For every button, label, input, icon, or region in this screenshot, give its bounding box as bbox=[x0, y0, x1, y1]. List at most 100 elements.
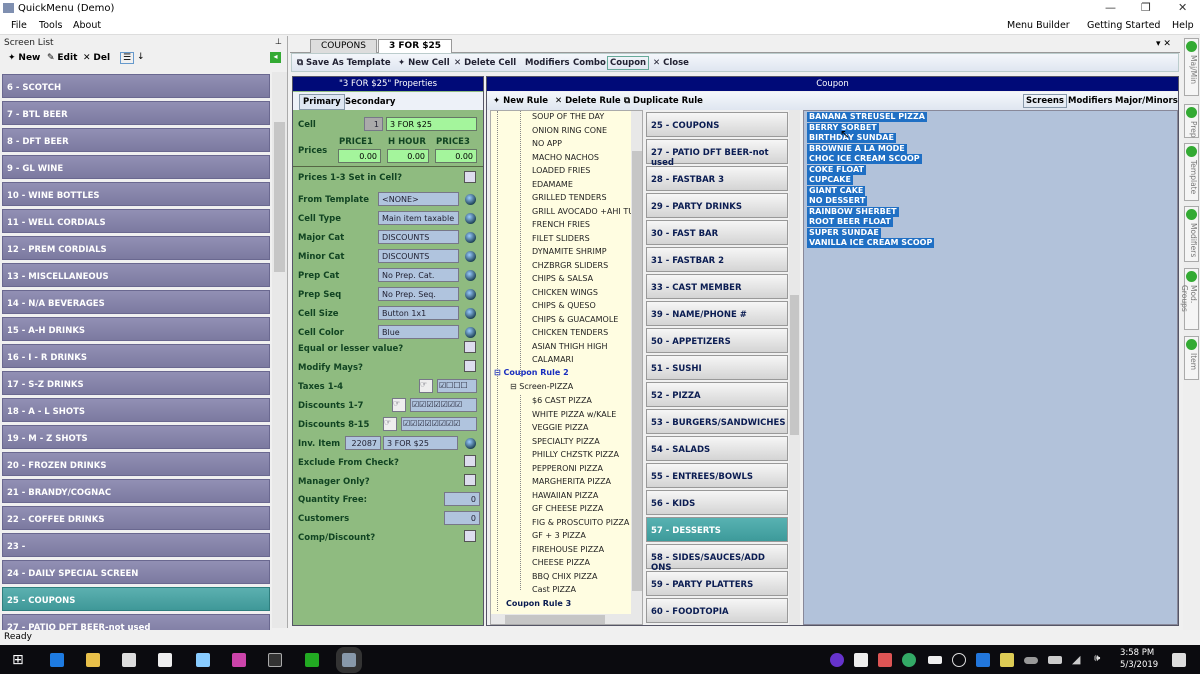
screen-button[interactable]: 50 - APPETIZERS bbox=[646, 328, 788, 353]
collapse-left-icon[interactable]: ◂ bbox=[270, 52, 281, 63]
discounts1-checkboxes[interactable]: ☑☑☑☑☑☑☑ bbox=[410, 398, 477, 412]
delete-screen-button[interactable]: ✕ Del bbox=[83, 53, 110, 63]
menu-tools[interactable]: Tools bbox=[39, 20, 62, 31]
edge-icon[interactable] bbox=[50, 653, 64, 667]
duplicate-rule-button[interactable]: ⧉ Duplicate Rule bbox=[624, 96, 703, 106]
pin-icon[interactable]: ⊥ bbox=[275, 37, 282, 46]
side-tab[interactable]: Prep bbox=[1184, 104, 1199, 138]
tree-item[interactable]: CALAMARI bbox=[522, 355, 573, 364]
property-lookup-button[interactable] bbox=[465, 213, 476, 224]
screen-list-item[interactable]: 13 - MISCELLANEOUS bbox=[2, 263, 270, 287]
property-value[interactable]: No Prep. Seq. bbox=[378, 287, 459, 301]
tree-item[interactable]: SPECIALTY PIZZA bbox=[522, 437, 600, 446]
tree-item[interactable]: SOUP OF THE DAY bbox=[522, 112, 604, 121]
screen-list-item[interactable]: 16 - I - R DRINKS bbox=[2, 344, 270, 368]
tray-a-icon[interactable] bbox=[952, 653, 966, 667]
screen-button[interactable]: 54 - SALADS bbox=[646, 436, 788, 461]
store-icon[interactable] bbox=[122, 653, 136, 667]
volume-icon[interactable]: 🕪 bbox=[1094, 653, 1100, 664]
clock-date[interactable]: 5/3/2019 bbox=[1120, 660, 1158, 670]
screen-button[interactable]: 59 - PARTY PLATTERS bbox=[646, 571, 788, 596]
new-rule-button[interactable]: ✦ New Rule bbox=[493, 96, 548, 106]
side-tab[interactable]: Modifiers bbox=[1184, 206, 1199, 262]
edit-screen-button[interactable]: ✎ Edit bbox=[47, 53, 77, 63]
screen-list-item[interactable]: 23 - bbox=[2, 533, 270, 557]
cell-name-input[interactable]: 3 FOR $25 bbox=[386, 117, 477, 131]
property-value[interactable]: <NONE> bbox=[378, 192, 459, 206]
list-view-icon[interactable]: ☰ bbox=[120, 52, 135, 64]
screen-list-item[interactable]: 6 - SCOTCH bbox=[2, 74, 270, 98]
screen-button[interactable]: 57 - DESSERTS bbox=[646, 517, 788, 542]
tree-item[interactable]: Cast PIZZA bbox=[522, 585, 576, 594]
spreadsheet-icon[interactable] bbox=[305, 653, 319, 667]
tray-b-icon[interactable] bbox=[854, 653, 868, 667]
tree-horizontal-scrollbar[interactable] bbox=[491, 614, 642, 624]
tree-item[interactable]: GRILL AVOCADO +AHI TUN bbox=[522, 207, 640, 216]
prices-set-checkbox[interactable] bbox=[464, 171, 476, 183]
screen-item[interactable]: RAINBOW SHERBET bbox=[807, 206, 899, 217]
tray-app-icon[interactable] bbox=[830, 653, 844, 667]
tree-item[interactable]: CHZBRGR SLIDERS bbox=[522, 261, 608, 270]
inv-item-name[interactable]: 3 FOR $25 bbox=[383, 436, 458, 450]
terminal-icon[interactable] bbox=[268, 653, 282, 667]
customers-input[interactable]: 0 bbox=[444, 511, 480, 525]
screen-item[interactable]: BANANA STREUSEL PIZZA bbox=[807, 112, 927, 122]
screen-list-item[interactable]: 18 - A - L SHOTS bbox=[2, 398, 270, 422]
screen-button[interactable]: 51 - SUSHI bbox=[646, 355, 788, 380]
tree-item[interactable]: DYNAMITE SHRIMP bbox=[522, 247, 607, 256]
file-explorer-icon[interactable] bbox=[86, 653, 100, 667]
screen-list-item[interactable]: 19 - M - Z SHOTS bbox=[2, 425, 270, 449]
hhour-input[interactable]: 0.00 bbox=[387, 149, 429, 163]
price3-input[interactable]: 0.00 bbox=[435, 149, 477, 163]
screen-button[interactable]: 25 - COUPONS bbox=[646, 112, 788, 137]
tree-item[interactable]: PHILLY CHZSTK PIZZA bbox=[522, 450, 619, 459]
hand-pointer-icon[interactable]: ☞ bbox=[419, 379, 433, 393]
manager-only-checkbox[interactable] bbox=[464, 474, 476, 486]
tree-item[interactable]: CHIPS & GUACAMOLE bbox=[522, 315, 618, 324]
tree-item[interactable]: EDAMAME bbox=[522, 180, 573, 189]
screen-list-item[interactable]: 14 - N/A BEVERAGES bbox=[2, 290, 270, 314]
screen-button[interactable]: 31 - FASTBAR 2 bbox=[646, 247, 788, 272]
property-lookup-button[interactable] bbox=[465, 251, 476, 262]
screen-list-item[interactable]: 11 - WELL CORDIALS bbox=[2, 209, 270, 233]
tree-item[interactable]: CHICKEN TENDERS bbox=[522, 328, 608, 337]
price1-input[interactable]: 0.00 bbox=[338, 149, 381, 163]
menu-file[interactable]: File bbox=[11, 20, 27, 31]
coupon-rule-3-node[interactable]: Coupon Rule 3 bbox=[506, 599, 571, 608]
clock-time[interactable]: 3:58 PM bbox=[1120, 648, 1154, 658]
property-lookup-button[interactable] bbox=[465, 289, 476, 300]
tree-item[interactable]: GF CHEESE PIZZA bbox=[522, 504, 603, 513]
tree-item[interactable]: FILET SLIDERS bbox=[522, 234, 590, 243]
notifications-icon[interactable] bbox=[1172, 653, 1186, 667]
modifiers-button[interactable]: Modifiers bbox=[525, 58, 570, 68]
security-icon[interactable] bbox=[1000, 653, 1014, 667]
tray-video-icon[interactable] bbox=[928, 656, 942, 664]
property-value[interactable]: Main item taxable bbox=[378, 211, 459, 225]
screen-button[interactable]: 56 - KIDS bbox=[646, 490, 788, 515]
screen-list-item[interactable]: 9 - GL WINE bbox=[2, 155, 270, 179]
screen-item[interactable]: CHOC ICE CREAM SCOOP bbox=[807, 154, 922, 164]
tree-item[interactable]: PEPPERONI PIZZA bbox=[522, 464, 603, 473]
inv-item-lookup-button[interactable] bbox=[465, 438, 476, 449]
property-lookup-button[interactable] bbox=[465, 194, 476, 205]
screen-item[interactable]: NO DESSERT bbox=[807, 196, 868, 206]
exclude-checkbox[interactable] bbox=[464, 455, 476, 467]
tree-item[interactable]: CHIPS & QUESO bbox=[522, 301, 596, 310]
screen-item[interactable]: SUPER SUNDAE bbox=[807, 227, 881, 238]
minimize-button[interactable]: — bbox=[1105, 1, 1116, 14]
discounts2-checkboxes[interactable]: ☑☑☑☑☑☑☑☑ bbox=[401, 417, 477, 431]
screen-item[interactable]: GIANT CAKE bbox=[807, 185, 866, 196]
windows-start-icon[interactable]: ⊞ bbox=[12, 652, 24, 668]
save-as-template-button[interactable]: ⧉ Save As Template bbox=[297, 58, 391, 68]
tree-item[interactable]: CHICKEN WINGS bbox=[522, 288, 598, 297]
app-icon[interactable] bbox=[196, 653, 210, 667]
screens-scrollbar[interactable] bbox=[789, 110, 800, 625]
side-tab[interactable]: Template bbox=[1184, 143, 1199, 201]
screen-item[interactable]: VANILLA ICE CREAM SCOOP bbox=[807, 238, 935, 248]
screen-button[interactable]: 33 - CAST MEMBER bbox=[646, 274, 788, 299]
tray-globe-icon[interactable] bbox=[902, 653, 916, 667]
screen-button[interactable]: 55 - ENTREES/BOWLS bbox=[646, 463, 788, 488]
coupon-button[interactable]: Coupon bbox=[607, 56, 650, 70]
screen-button[interactable]: 39 - NAME/PHONE # bbox=[646, 301, 788, 326]
screen-list-item[interactable]: 15 - A-H DRINKS bbox=[2, 317, 270, 341]
